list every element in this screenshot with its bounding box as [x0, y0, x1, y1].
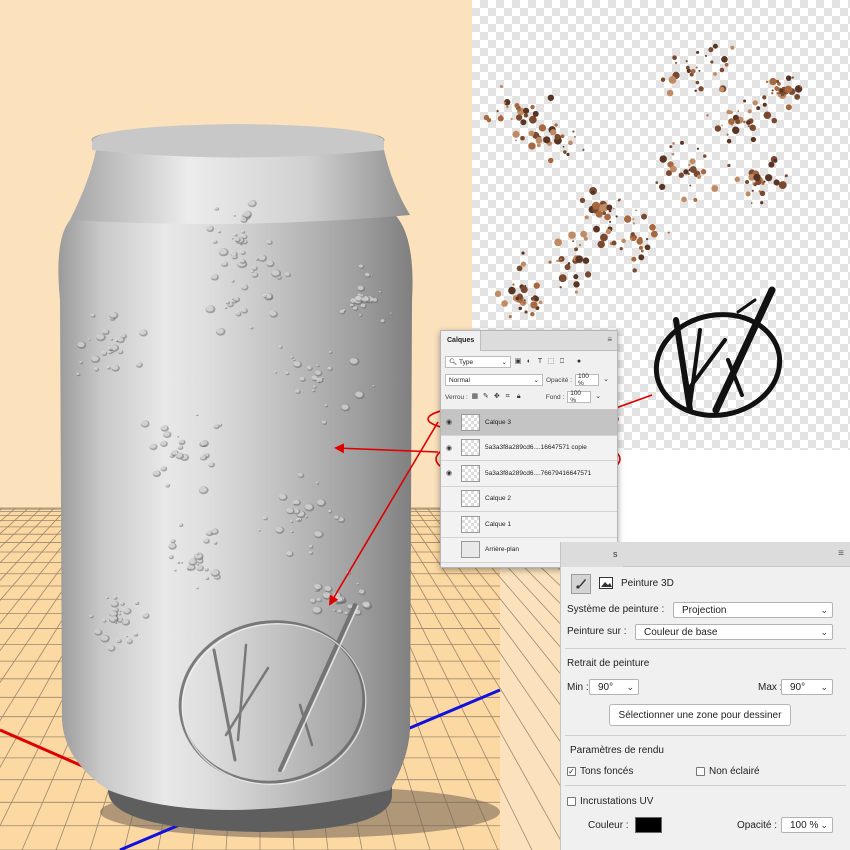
max-angle-input[interactable]: 90° ⌄	[781, 679, 833, 695]
divider	[565, 648, 846, 649]
smart-object-filter-icon[interactable]: ⎕	[558, 358, 566, 366]
layer-filter-select[interactable]: 🔍︎ Type ⌄	[445, 356, 511, 368]
chevron-down-icon: ⌄	[820, 819, 828, 830]
chevron-down-icon: ⌄	[820, 604, 828, 615]
unlit-label: Non éclairé	[709, 766, 760, 777]
layer-thumbnail	[461, 439, 480, 457]
chevron-down-icon[interactable]: ⌄	[602, 376, 610, 384]
opacity-input[interactable]: 100 %	[575, 373, 600, 387]
layers-panel: Calques ≡ 🔍︎ Type ⌄ ▣ ◐ T ⬚ ⎕ ● Normal ⌄…	[440, 330, 618, 568]
paint-on-label: Peinture sur :	[567, 626, 627, 637]
layer-row[interactable]: ◉ 5a3a3f8a289cd6....76679416647571	[441, 461, 617, 487]
layer-row[interactable]: ◉ Calque 2	[441, 486, 617, 512]
eye-icon[interactable]: ◉	[441, 495, 457, 503]
lock-paint-icon[interactable]: ✎	[482, 393, 490, 401]
soda-can-model[interactable]	[58, 124, 413, 832]
panel-menu-icon[interactable]: ≡	[607, 335, 612, 344]
eye-icon[interactable]: ◉	[441, 546, 457, 554]
uv-overlay-checkbox[interactable]	[567, 797, 576, 806]
paint-system-select[interactable]: Projection ⌄	[673, 602, 833, 618]
opacity-label: Opacité :	[546, 376, 573, 384]
overlay-opacity-input[interactable]: 100 % ⌄	[781, 817, 833, 833]
unlit-checkbox[interactable]	[696, 767, 705, 776]
min-label: Min :	[567, 682, 589, 693]
shape-filter-icon[interactable]: ⬚	[547, 358, 555, 366]
search-icon: 🔍︎	[449, 359, 458, 366]
layer-row[interactable]: ◉ Calque 1	[441, 512, 617, 538]
layer-thumbnail	[461, 413, 480, 431]
layer-thumbnail	[461, 515, 480, 533]
eye-icon[interactable]: ◉	[441, 444, 457, 452]
overlay-opacity-label: Opacité :	[737, 820, 778, 831]
paint-panel-header: s ≡	[561, 542, 850, 567]
lock-label: Verrou :	[445, 393, 468, 401]
dark-tones-label: Tons foncés	[580, 766, 634, 777]
eye-icon[interactable]: ◉	[441, 418, 457, 426]
overlay-color-swatch[interactable]	[635, 817, 662, 833]
fill-label: Fond :	[545, 393, 565, 401]
paint-system-label: Système de peinture :	[567, 604, 665, 615]
layers-panel-header: Calques ≡	[441, 331, 617, 351]
tab-layers[interactable]: Calques	[441, 331, 482, 351]
chevron-down-icon: ⌄	[501, 359, 507, 366]
select-paint-area-button[interactable]: Sélectionner une zone pour dessiner	[609, 704, 791, 726]
render-settings-heading: Paramètres de rendu	[570, 745, 664, 756]
layer-thumbnail	[461, 541, 480, 559]
layer-thumbnail	[461, 464, 480, 482]
divider	[565, 735, 846, 736]
filter-toggle-icon[interactable]: ●	[575, 358, 583, 366]
layer-row[interactable]: ◉ 5a3a3f8a289cd6....16647571 copie	[441, 435, 617, 461]
chevron-down-icon: ⌄	[533, 377, 539, 384]
chevron-down-icon[interactable]: ⌄	[594, 393, 602, 401]
chevron-down-icon: ⌄	[820, 626, 828, 637]
color-label: Couleur :	[588, 820, 629, 831]
chevron-down-icon: ⌄	[626, 681, 634, 692]
layer-row[interactable]: ◉ Calque 3	[441, 410, 617, 436]
lock-all-icon[interactable]: 🔒︎	[515, 393, 523, 401]
panel-title: Peinture 3D	[621, 578, 674, 589]
eye-icon[interactable]: ◉	[441, 520, 457, 528]
fill-input[interactable]: 100 %	[567, 390, 592, 404]
paint-brush-icon[interactable]	[571, 574, 591, 594]
texture-image-icon[interactable]	[598, 575, 614, 591]
panel-menu-icon[interactable]: ≡	[838, 548, 844, 559]
lock-artboard-icon[interactable]: ⌗	[504, 393, 512, 401]
dark-tones-checkbox[interactable]: ✓	[567, 767, 576, 776]
tab-properties[interactable]: s	[561, 542, 623, 567]
lock-transparency-icon[interactable]: ▦	[471, 393, 479, 401]
adjustment-filter-icon[interactable]: ◐	[525, 358, 533, 366]
image-filter-icon[interactable]: ▣	[514, 358, 522, 366]
eye-icon[interactable]: ◉	[441, 469, 457, 477]
max-label: Max :	[758, 682, 783, 693]
lock-position-icon[interactable]: ✥	[493, 393, 501, 401]
layer-thumbnail	[461, 490, 480, 508]
paint-on-select[interactable]: Couleur de base ⌄	[635, 624, 833, 640]
falloff-heading: Retrait de peinture	[567, 658, 650, 669]
divider	[565, 785, 846, 786]
3d-paint-panel: s ≡ Peinture 3D Système de peinture : Pr…	[560, 542, 850, 850]
uv-overlay-label: Incrustations UV	[580, 796, 654, 807]
blend-mode-select[interactable]: Normal ⌄	[445, 374, 543, 386]
min-angle-input[interactable]: 90° ⌄	[589, 679, 639, 695]
chevron-down-icon: ⌄	[820, 681, 828, 692]
type-filter-icon[interactable]: T	[536, 358, 544, 366]
